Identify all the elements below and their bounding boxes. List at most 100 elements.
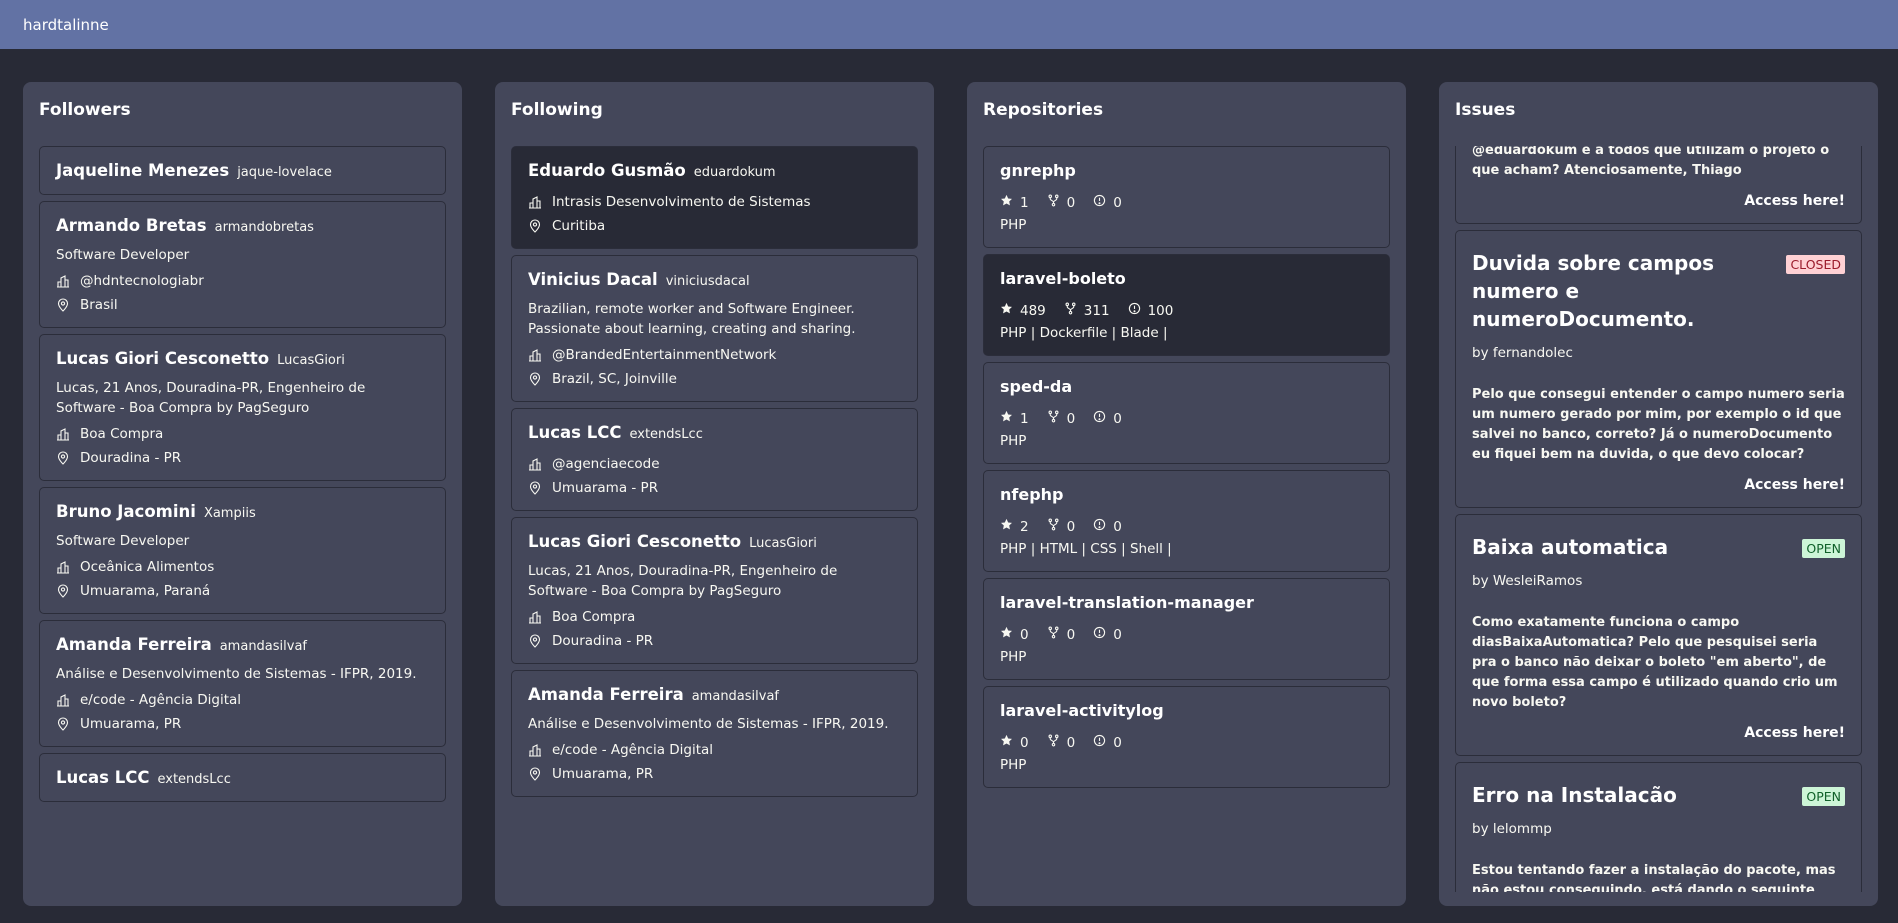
building-icon (56, 427, 70, 441)
user-login: Xampiis (203, 506, 256, 521)
fork-count: 311 (1064, 302, 1110, 319)
issue-card[interactable]: @eduardokum e a todos que utilizam o pro… (1455, 146, 1862, 224)
following-list[interactable]: Eduardo Gusmão eduardokum Intrasis Desen… (511, 146, 918, 892)
issue-body: Estou tentando fazer a instalação do pac… (1472, 863, 1836, 892)
repo-name: laravel-translation-manager (1000, 593, 1254, 612)
user-company: @hdntecnologiabr (56, 273, 429, 289)
star-icon (1000, 302, 1020, 319)
repo-card[interactable]: laravel-boleto 489 311 100 PHP | Dockerfile … (983, 254, 1390, 356)
star-icon (1000, 734, 1020, 751)
user-company: @agenciaecode (528, 456, 901, 472)
repositories-list[interactable]: gnrephp 1 0 0 PHP laravel-boleto 489 311 100 PHP … (983, 146, 1390, 892)
issue-state-badge: OPEN (1802, 539, 1845, 558)
user-bio: Lucas, 21 Anos, Douradina-PR, Engenheiro… (528, 563, 838, 599)
building-icon (528, 743, 542, 757)
star-count: 1 (1000, 410, 1029, 427)
user-bio: Análise e Desenvolvimento de Sistemas - … (528, 716, 889, 732)
fork-count: 0 (1047, 626, 1075, 643)
following-panel: Following Eduardo Gusmão eduardokum Intr… (495, 82, 934, 906)
repo-card[interactable]: laravel-activitylog 0 0 0 PHP (983, 686, 1390, 788)
user-name: Bruno Jacomini (56, 502, 196, 521)
location-pin-icon (56, 717, 70, 731)
star-icon (1000, 194, 1020, 211)
user-location: Umuarama, PR (56, 716, 429, 732)
user-company: Oceânica Alimentos (56, 559, 429, 575)
following-title: Following (511, 100, 603, 120)
followers-list[interactable]: Jaqueline Menezes jaque-lovelace Armando… (39, 146, 446, 892)
issues-title: Issues (1455, 100, 1516, 120)
follower-card[interactable]: Jaqueline Menezes jaque-lovelace (39, 146, 446, 195)
repo-stats: 489 311 100 (1000, 302, 1373, 319)
issue-count: 0 (1093, 410, 1122, 427)
fork-count: 0 (1047, 410, 1075, 427)
issue-author: by fernandolec (1472, 345, 1573, 361)
repo-stats: 2 0 0 (1000, 518, 1373, 535)
repo-card[interactable]: nfephp 2 0 0 PHP | HTML | CSS | Shell | (983, 470, 1390, 572)
issue-title: Erro na Instalacão (1472, 783, 1677, 807)
issue-card[interactable]: Baixa automatica OPEN by WesleiRamos Como e… (1455, 514, 1862, 756)
issue-state-badge: OPEN (1802, 787, 1845, 806)
star-count: 0 (1000, 734, 1029, 751)
star-count: 0 (1000, 626, 1029, 643)
repo-stats: 0 0 0 (1000, 626, 1373, 643)
access-link[interactable]: Access here! (1472, 477, 1845, 493)
repo-stats: 1 0 0 (1000, 410, 1373, 427)
follower-card[interactable]: Lucas Giori Cesconetto LucasGiori Lucas,… (39, 334, 446, 481)
following-card[interactable]: Lucas LCC extendsLcc @agenciaecode Umuar… (511, 408, 918, 511)
follower-card[interactable]: Bruno Jacomini Xampiis Software Develope… (39, 487, 446, 614)
repo-card[interactable]: sped-da 1 0 0 PHP (983, 362, 1390, 464)
user-location: Umuarama, PR (528, 766, 901, 782)
user-name: Armando Bretas (56, 216, 207, 235)
access-link[interactable]: Access here! (1472, 725, 1845, 741)
user-name: Vinicius Dacal (528, 270, 658, 289)
repo-name: laravel-activitylog (1000, 701, 1164, 720)
fork-count: 0 (1047, 734, 1075, 751)
location-pin-icon (56, 451, 70, 465)
following-card[interactable]: Vinicius Dacal viniciusdacal Brazilian, … (511, 255, 918, 402)
repo-languages: PHP (1000, 649, 1027, 665)
user-company: Boa Compra (528, 609, 901, 625)
top-bar: hardtalinne (0, 0, 1898, 49)
location-pin-icon (528, 481, 542, 495)
user-location: Umuarama, Paraná (56, 583, 429, 599)
followers-panel: Followers Jaqueline Menezes jaque-lovela… (23, 82, 462, 906)
issue-card[interactable]: Duvida sobre campos numero e numeroDocum… (1455, 230, 1862, 508)
user-login: amandasilvaf (219, 639, 308, 654)
repo-languages: PHP (1000, 217, 1027, 233)
star-icon (1000, 626, 1020, 643)
issue-icon (1093, 626, 1113, 643)
location-pin-icon (528, 372, 542, 386)
location-pin-icon (56, 584, 70, 598)
follower-card[interactable]: Armando Bretas armandobretas Software De… (39, 201, 446, 328)
issue-count: 100 (1128, 302, 1173, 319)
issue-body: @eduardokum e a todos que utilizam o pro… (1472, 146, 1830, 178)
user-name: Eduardo Gusmão (528, 161, 686, 180)
issue-state-badge: CLOSED (1786, 255, 1845, 274)
building-icon (56, 560, 70, 574)
following-card[interactable]: Eduardo Gusmão eduardokum Intrasis Desen… (511, 146, 918, 249)
location-pin-icon (528, 634, 542, 648)
repo-languages: PHP | Dockerfile | Blade | (1000, 325, 1168, 341)
repo-card[interactable]: gnrephp 1 0 0 PHP (983, 146, 1390, 248)
issue-title: Baixa automatica (1472, 535, 1669, 559)
following-card[interactable]: Amanda Ferreira amandasilvaf Análise e D… (511, 670, 918, 797)
follower-card[interactable]: Amanda Ferreira amandasilvaf Análise e D… (39, 620, 446, 747)
user-login: eduardokum (693, 165, 776, 180)
access-link[interactable]: Access here! (1472, 193, 1845, 209)
user-bio: Software Developer (56, 247, 190, 263)
user-name: Lucas Giori Cesconetto (528, 532, 742, 551)
user-name: Amanda Ferreira (56, 635, 212, 654)
user-bio: Lucas, 21 Anos, Douradina-PR, Engenheiro… (56, 380, 366, 416)
issue-title: Duvida sobre campos numero e numeroDocum… (1472, 251, 1715, 331)
follower-card[interactable]: Lucas LCC extendsLcc (39, 753, 446, 802)
issues-list[interactable]: @eduardokum e a todos que utilizam o pro… (1455, 146, 1862, 892)
repo-languages: PHP | HTML | CSS | Shell | (1000, 541, 1172, 557)
star-count: 489 (1000, 302, 1046, 319)
issue-card[interactable]: Erro na Instalacão OPEN by lelommp Estou te… (1455, 762, 1862, 892)
repo-card[interactable]: laravel-translation-manager 0 0 0 PHP (983, 578, 1390, 680)
repo-name: gnrephp (1000, 161, 1076, 180)
fork-icon (1047, 410, 1067, 427)
following-card[interactable]: Lucas Giori Cesconetto LucasGiori Lucas,… (511, 517, 918, 664)
user-name: Lucas LCC (56, 768, 150, 787)
star-count: 2 (1000, 518, 1029, 535)
